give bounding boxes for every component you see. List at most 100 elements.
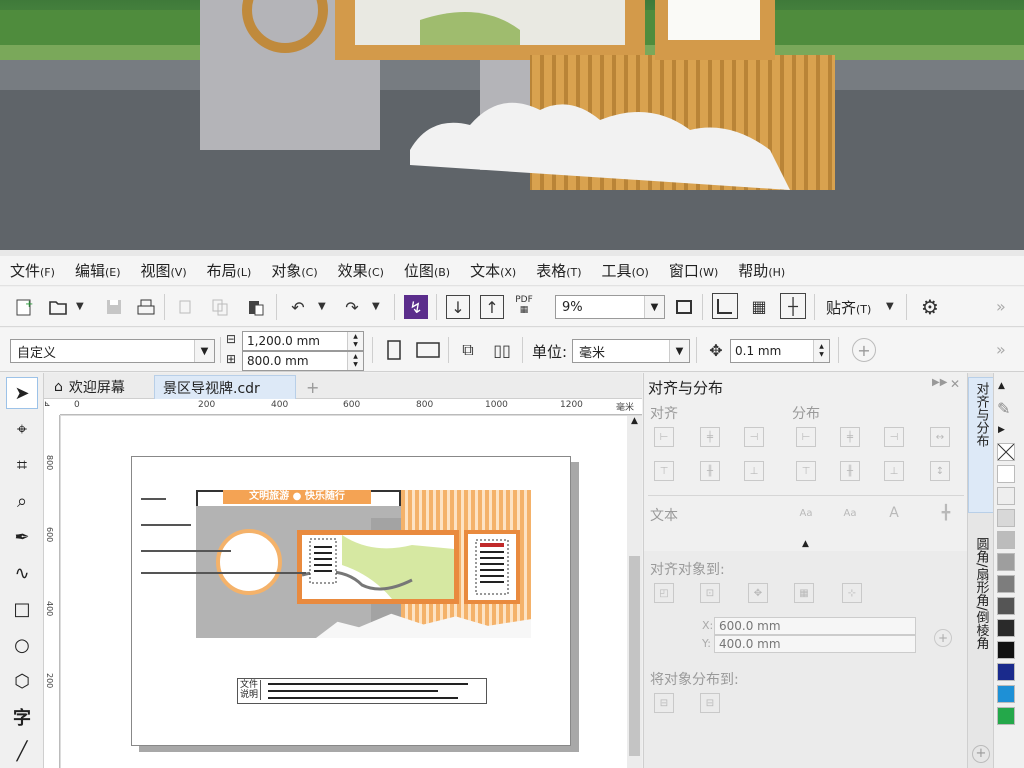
propertybar-overflow-icon[interactable]: »: [996, 340, 1006, 359]
distribute-spacing-h-icon[interactable]: ↔: [930, 427, 950, 447]
full-screen-icon[interactable]: [672, 295, 696, 319]
import-icon[interactable]: ↓: [446, 295, 470, 319]
export-icon[interactable]: ↑: [480, 295, 504, 319]
nudge-distance-input[interactable]: 0.1 mm ▲ ▼: [730, 339, 830, 363]
new-tab-button[interactable]: +: [298, 375, 327, 399]
grid-icon[interactable]: ▦: [746, 293, 772, 319]
menu-view[interactable]: 视图(V): [141, 260, 187, 281]
undo-dropdown-icon[interactable]: ▼: [318, 301, 326, 312]
search-content-icon[interactable]: ↯: [404, 295, 428, 319]
align-to-page-edge-icon[interactable]: ⊡: [700, 583, 720, 603]
horizontal-ruler[interactable]: 0 200 400 600 800 1000 1200 毫米: [60, 399, 642, 415]
align-to-page-center-icon[interactable]: ✥: [748, 583, 768, 603]
vertical-ruler[interactable]: 800 600 400 200: [44, 415, 60, 768]
close-icon[interactable]: ✕: [950, 377, 960, 391]
sign-banner[interactable]: 文明旅游 ● 快乐随行: [223, 490, 371, 504]
crop-tool-icon[interactable]: ⌗: [6, 449, 38, 481]
polygon-tool-icon[interactable]: ⬡: [6, 665, 38, 697]
sign-map-frame[interactable]: [297, 530, 459, 604]
pen-tool-icon[interactable]: ✒: [6, 521, 38, 553]
add-point-icon[interactable]: +: [934, 629, 952, 647]
color-swatch[interactable]: [997, 575, 1015, 593]
scroll-up-icon[interactable]: ▲: [627, 416, 642, 432]
all-pages-icon[interactable]: ⧉: [456, 338, 480, 362]
align-top-icon[interactable]: ⊤: [654, 461, 674, 481]
add-docker-icon[interactable]: +: [972, 745, 990, 763]
ellipse-tool-icon[interactable]: ○: [6, 629, 38, 661]
color-swatch[interactable]: [997, 465, 1015, 483]
shape-tool-icon[interactable]: ⌖: [6, 413, 38, 445]
freehand-tool-icon[interactable]: ∿: [6, 557, 38, 589]
portrait-icon[interactable]: [382, 338, 406, 362]
align-bottom-icon[interactable]: ⊥: [744, 461, 764, 481]
palette-scroll-up-icon[interactable]: ▲: [998, 381, 1005, 391]
distribute-to-selection-icon[interactable]: ⊟: [654, 693, 674, 713]
page-preset-select[interactable]: 自定义 ▼: [10, 339, 215, 363]
color-swatch[interactable]: [997, 553, 1015, 571]
scrollbar-thumb[interactable]: [629, 556, 640, 756]
tab-welcome-screen[interactable]: ⌂ 欢迎屏幕: [46, 375, 133, 399]
color-swatch[interactable]: [997, 597, 1015, 615]
color-swatch[interactable]: [997, 663, 1015, 681]
open-folder-icon[interactable]: [46, 295, 70, 319]
copy-icon[interactable]: [208, 295, 232, 319]
tab-document[interactable]: 景区导视牌.cdr: [154, 375, 296, 399]
y-coord-input[interactable]: 400.0 mm: [714, 635, 916, 653]
vertical-scrollbar[interactable]: ▲: [627, 416, 642, 768]
distribute-top-icon[interactable]: ⊤: [796, 461, 816, 481]
undo-icon[interactable]: ↶: [286, 295, 310, 319]
sign-notice-frame[interactable]: [464, 530, 520, 604]
align-center-h-icon[interactable]: ╪: [700, 427, 720, 447]
zoom-level-select[interactable]: 9% ▼: [555, 295, 665, 319]
menu-file[interactable]: 文件(F): [10, 260, 55, 281]
menu-tools[interactable]: 工具(O): [602, 260, 649, 281]
zoom-tool-icon[interactable]: ⌕: [6, 485, 38, 517]
color-swatch[interactable]: [997, 619, 1015, 637]
color-swatch[interactable]: [997, 487, 1015, 505]
snap-dropdown-icon[interactable]: ▼: [886, 301, 894, 312]
menu-effects[interactable]: 效果(C): [338, 260, 384, 281]
menu-object[interactable]: 对象(C): [271, 260, 317, 281]
ruler-origin[interactable]: ⊾: [44, 399, 60, 415]
guidelines-icon[interactable]: ┼: [780, 293, 806, 319]
spec-note-box[interactable]: 文件 说明: [237, 678, 487, 704]
align-to-grid-icon[interactable]: ▦: [794, 583, 814, 603]
drawing-canvas[interactable]: 文明旅游 ● 快乐随行 文件 说明: [61, 416, 627, 768]
redo-icon[interactable]: ↷: [340, 295, 364, 319]
color-swatch[interactable]: [997, 685, 1015, 703]
redo-dropdown-icon[interactable]: ▼: [372, 301, 380, 312]
pick-tool-icon[interactable]: ➤: [6, 377, 38, 409]
menu-help[interactable]: 帮助(H): [738, 260, 785, 281]
collapse-section-icon[interactable]: ▲: [802, 539, 809, 549]
sign-round-window[interactable]: [216, 529, 282, 595]
distribute-left-icon[interactable]: ⊢: [796, 427, 816, 447]
align-right-icon[interactable]: ⊣: [744, 427, 764, 447]
menu-text[interactable]: 文本(X): [470, 260, 516, 281]
gear-icon[interactable]: ⚙: [918, 295, 942, 319]
color-swatch[interactable]: [997, 509, 1015, 527]
distribute-right-icon[interactable]: ⊣: [884, 427, 904, 447]
docker-tab-align-distribute[interactable]: 对齐与分布: [968, 377, 994, 513]
menu-window[interactable]: 窗口(W): [669, 260, 718, 281]
distribute-center-v-icon[interactable]: ╫: [840, 461, 860, 481]
units-select[interactable]: 毫米 ▼: [572, 339, 690, 363]
align-left-icon[interactable]: ⊢: [654, 427, 674, 447]
landscape-icon[interactable]: [414, 338, 442, 362]
x-coord-input[interactable]: 600.0 mm: [714, 617, 916, 635]
palette-arrow-icon[interactable]: ▶: [998, 425, 1005, 435]
align-to-point-icon[interactable]: ⊹: [842, 583, 862, 603]
page-height-input[interactable]: 800.0 mm ▲ ▼: [242, 351, 364, 371]
menu-edit[interactable]: 编辑(E): [75, 260, 121, 281]
eyedropper-icon[interactable]: ✎: [997, 399, 1010, 418]
docker-tab-fillet-scallop-chamfer[interactable]: 圆角/扇形角/倒棱角: [968, 533, 994, 713]
current-page-icon[interactable]: ▯▯: [490, 338, 514, 362]
rulers-icon[interactable]: [712, 293, 738, 319]
menu-layout[interactable]: 布局(L): [207, 260, 252, 281]
color-swatch[interactable]: [997, 641, 1015, 659]
align-center-v-icon[interactable]: ╫: [700, 461, 720, 481]
toolbar-overflow-icon[interactable]: »: [996, 297, 1006, 316]
open-dropdown-icon[interactable]: ▼: [76, 301, 84, 312]
publish-pdf-icon[interactable]: PDF ▦: [512, 293, 536, 317]
cut-icon[interactable]: [174, 295, 198, 319]
text-last-baseline-icon[interactable]: Aa: [840, 503, 860, 523]
